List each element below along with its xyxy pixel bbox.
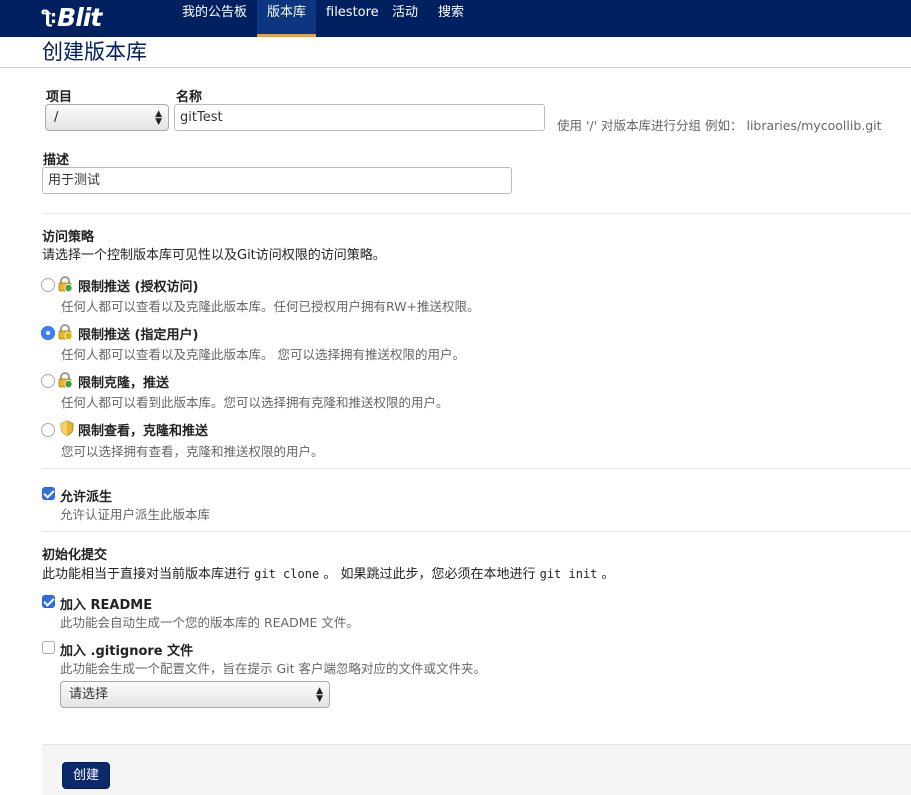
lock-orange-icon [58,372,73,388]
code-git-clone: git clone [254,567,320,581]
add-readme-label: 加入 README [60,598,153,613]
add-readme-checkbox[interactable] [42,595,55,608]
description-label: 描述 [43,153,70,168]
shield-icon [60,420,74,436]
allow-forks-checkbox[interactable] [42,487,55,500]
access-policy-title: 访问策略 [42,230,95,245]
access-option-label: 限制推送 (授权访问) [78,280,199,295]
access-option-desc: 任何人都可以看到此版本库。您可以选择拥有克隆和推送权限的用户。 [61,395,449,410]
access-policy-subtitle: 请选择一个控制版本库可见性以及Git访问权限的访问策略。 [42,248,386,263]
title-divider [0,67,911,68]
gitignore-select[interactable]: 请选择 ▲ ▼ [60,681,330,708]
select-arrows-icon: ▲ ▼ [316,686,323,704]
allow-forks-label: 允许派生 [60,490,113,505]
code-git-init: git init [539,567,598,581]
divider [42,531,911,532]
lock-green-icon [58,276,73,292]
brand-name: Blit [57,2,102,32]
nav-dashboard[interactable]: 我的公告板 [172,0,257,37]
nav-search[interactable]: 搜索 [428,0,474,37]
init-commit-desc: 此功能相当于直接对当前版本库进行 git clone 。 如果跳过此步，您必须在… [42,567,615,582]
gitignore-select-value: 请选择 [69,687,109,702]
access-option-desc: 任何人都可以查看以及克隆此版本库。 您可以选择拥有推送权限的用户。 [61,347,465,362]
add-readme-desc: 此功能会自动生成一个您的版本库的 README 文件。 [60,615,359,630]
divider [42,468,911,469]
add-gitignore-label: 加入 .gitignore 文件 [60,644,194,659]
brand-logo[interactable]: ƪ: Blit [42,2,102,32]
name-help: 使用 '/' 对版本库进行分组 例如： libraries/mycoollib.… [557,118,882,133]
access-option-label: 限制查看，克隆和推送 [78,424,209,439]
description-input[interactable]: 用于测试 [42,167,512,194]
nav-activity[interactable]: 活动 [382,0,428,37]
access-option-label: 限制推送 (指定用户) [78,328,199,343]
access-option-label: 限制克隆，推送 [78,376,170,391]
gitblit-logo-icon: ƪ: [42,6,57,28]
project-select-value: / [54,110,59,125]
form-actions [42,744,911,795]
access-option-desc: 任何人都可以查看以及克隆此版本库。任何已授权用户拥有RW+推送权限。 [61,299,480,314]
project-label: 项目 [46,90,73,105]
create-button[interactable]: 创建 [62,762,110,789]
access-option-desc: 您可以选择拥有查看，克隆和推送权限的用户。 [61,444,324,459]
nav-repositories[interactable]: 版本库 [257,0,317,37]
page-title: 创建版本库 [42,40,147,64]
name-input[interactable]: gitTest [174,104,545,131]
add-gitignore-desc: 此功能会生成一个配置文件，旨在提示 Git 客户端忽略对应的文件或文件夹。 [60,661,487,676]
init-commit-title: 初始化提交 [42,548,108,563]
access-radio-clone-push[interactable] [41,374,55,388]
navbar: ƪ: Blit 我的公告板 版本库 filestore 活动 搜索 [0,0,911,37]
divider [42,213,911,214]
lock-yellow-icon [58,324,73,340]
nav-filestore[interactable]: filestore [316,0,389,37]
access-radio-named-push[interactable] [41,326,55,340]
project-select[interactable]: / ▲ ▼ [45,104,169,131]
select-arrows-icon: ▲ ▼ [155,109,162,127]
allow-forks-desc: 允许认证用户派生此版本库 [60,507,211,522]
add-gitignore-checkbox[interactable] [42,641,55,654]
name-label: 名称 [176,90,203,105]
access-radio-view-clone-push[interactable] [41,423,55,437]
access-radio-authenticated-push[interactable] [41,278,55,292]
